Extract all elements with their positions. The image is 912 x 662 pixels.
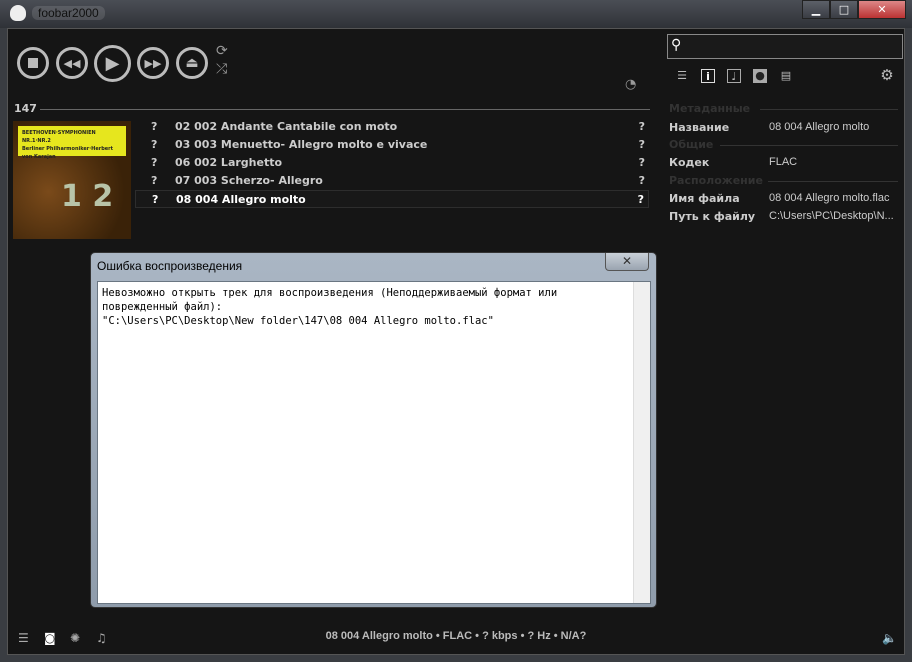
track-row[interactable]: ? 07 003 Scherzo- Allegro?: [135, 172, 649, 190]
lyrics-icon[interactable]: ♩: [727, 69, 741, 83]
play-button[interactable]: ▶: [94, 45, 131, 82]
scrollbar[interactable]: [633, 282, 650, 603]
repeat-icon[interactable]: ⟳: [216, 43, 228, 59]
maximize-button[interactable]: □: [830, 0, 858, 19]
dialog-close-button[interactable]: ✕: [605, 253, 649, 271]
artist-icon[interactable]: ●: [753, 69, 767, 83]
stop-button[interactable]: [17, 47, 49, 79]
section-metadata: Метаданные: [669, 102, 751, 115]
eject-icon: ⏏: [185, 55, 199, 71]
next-icon: ▶▶: [144, 56, 162, 70]
volume-icon[interactable]: 🔈: [882, 631, 897, 645]
section-location: Расположение: [669, 174, 763, 187]
filename-value: 08 004 Allegro molto.flac: [769, 192, 890, 204]
dialog-title: Ошибка воспроизведения: [97, 259, 243, 273]
track-row[interactable]: ? 02 002 Andante Cantabile con moto?: [135, 118, 649, 136]
section-general: Общие: [669, 138, 714, 151]
search-input[interactable]: ⚲: [667, 34, 903, 59]
list-view-icon[interactable]: ☰: [675, 69, 689, 83]
error-dialog: Ошибка воспроизведения ✕ Невозможно откр…: [90, 252, 657, 608]
speedometer-icon[interactable]: ◔: [625, 77, 636, 92]
error-message-box[interactable]: Невозможно открыть трек для воспроизведе…: [97, 281, 651, 604]
track-row[interactable]: ? 06 002 Larghetto?: [135, 154, 649, 172]
name-label: Название: [669, 121, 730, 134]
track-row-selected[interactable]: ? 08 004 Allegro molto?: [135, 190, 649, 208]
play-icon: ▶: [105, 53, 120, 74]
info-icon[interactable]: i: [701, 69, 715, 83]
gear-icon[interactable]: ⚙: [880, 68, 894, 83]
close-button[interactable]: ✕: [858, 0, 906, 19]
next-button[interactable]: ▶▶: [137, 47, 169, 79]
playlist-count: 147: [14, 102, 37, 115]
previous-icon: ◀◀: [63, 56, 81, 70]
foobar-logo-icon: [10, 5, 26, 21]
previous-button[interactable]: ◀◀: [56, 47, 88, 79]
search-icon: ⚲: [671, 37, 682, 53]
album-cover: BEETHOVEN·SYMPHONIEN NR.1·NR.2 Berliner P…: [13, 121, 131, 239]
error-message: Невозможно открыть трек для воспроизведе…: [102, 287, 558, 327]
shuffle-icon[interactable]: ⤮: [216, 61, 227, 77]
path-label: Путь к файлу: [669, 210, 756, 223]
eject-button[interactable]: ⏏: [176, 47, 208, 79]
minimize-button[interactable]: ▁: [802, 0, 830, 19]
codec-label: Кодек: [669, 156, 710, 169]
details-icon[interactable]: ▤: [779, 69, 793, 83]
track-row[interactable]: ? 03 003 Menuetto- Allegro molto e vivace…: [135, 136, 649, 154]
status-bar-text: 08 004 Allegro molto • FLAC • ? kbps • ?…: [325, 630, 587, 642]
stop-icon: [28, 58, 38, 68]
name-value: 08 004 Allegro molto: [769, 121, 870, 133]
title-bar: foobar2000 ▁ □ ✕: [0, 0, 912, 28]
filename-label: Имя файла: [669, 192, 740, 205]
codec-value: FLAC: [769, 156, 798, 168]
app-title: foobar2000: [32, 6, 105, 20]
path-value: C:\Users\PC\Desktop\N...: [769, 210, 894, 222]
